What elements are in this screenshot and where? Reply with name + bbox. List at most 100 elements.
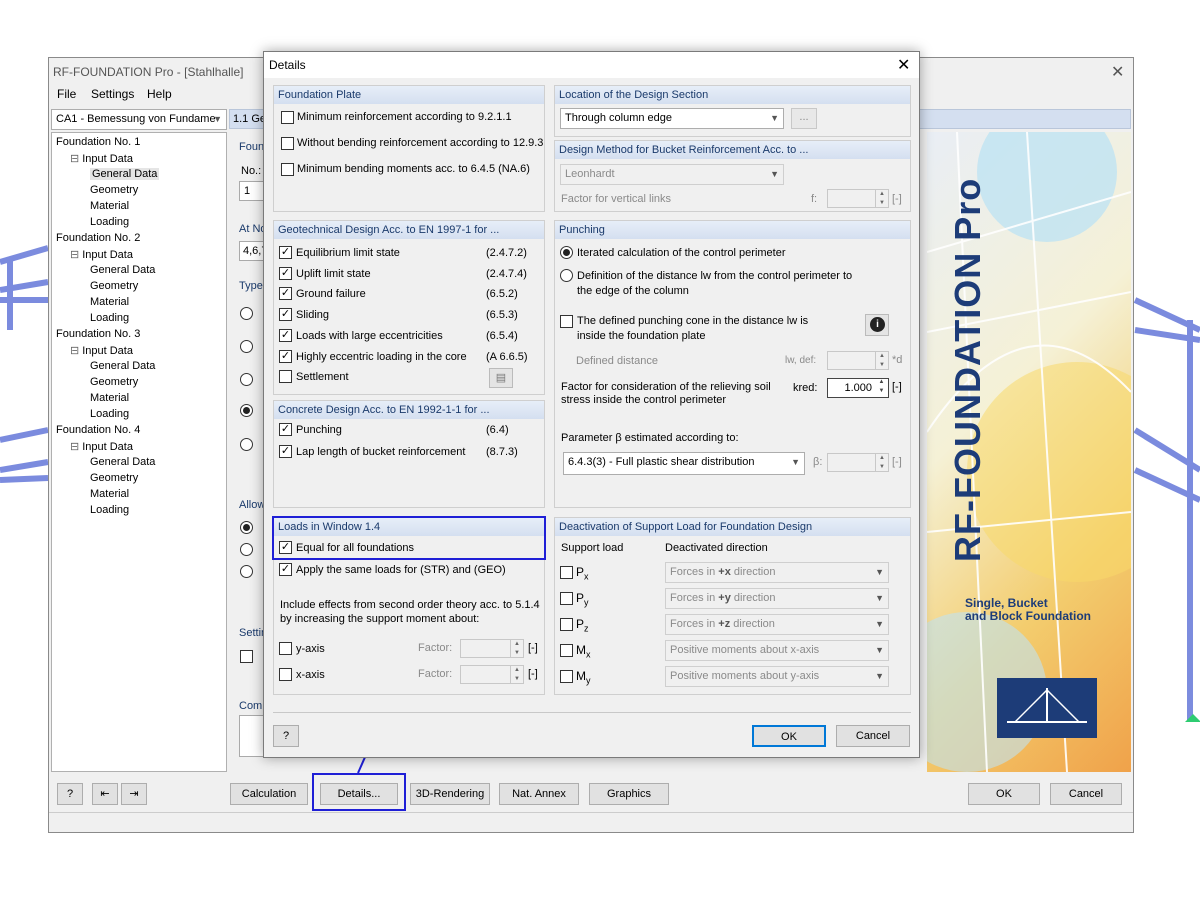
without-bending-checkbox[interactable] [281, 137, 294, 150]
tree-foundation[interactable]: Foundation No. 1 [56, 136, 140, 148]
support-load-checkbox[interactable] [560, 644, 573, 657]
info-icon[interactable]: i [865, 314, 889, 336]
collapse-icon[interactable]: ⊟ [70, 153, 79, 165]
direction-select[interactable]: Forces in +y direction ▼ [665, 588, 889, 609]
main-cancel-button[interactable]: Cancel [1050, 783, 1122, 805]
x-axis-checkbox[interactable] [279, 668, 292, 681]
dialog-close-icon[interactable]: ✕ [897, 55, 910, 75]
dialog-cancel-button[interactable]: Cancel [836, 725, 910, 747]
geo-option-checkbox[interactable]: ✓ [279, 246, 292, 259]
beta-input[interactable]: ▲ ▼ [827, 453, 889, 472]
y-factor-input[interactable]: ▲ ▼ [460, 639, 524, 658]
type-radio-1[interactable] [240, 307, 253, 320]
type-radio-2[interactable] [240, 340, 253, 353]
tree-leaf[interactable]: Material [90, 200, 129, 212]
beta-select[interactable]: 6.4.3(3) - Full plastic shear distributi… [563, 452, 805, 475]
geo-option-checkbox[interactable]: ✓ [279, 349, 292, 363]
punching-checkbox[interactable]: ✓ [279, 423, 292, 436]
cone-checkbox[interactable] [560, 315, 573, 328]
definition-radio[interactable] [560, 269, 573, 282]
type-radio-5[interactable] [240, 438, 253, 451]
geo-option-checkbox[interactable]: ✓ [279, 287, 292, 301]
tree-leaf[interactable]: Geometry [90, 376, 138, 388]
import-icon-button[interactable]: ⇤ [92, 783, 118, 805]
calculation-button[interactable]: Calculation [230, 783, 308, 805]
vertical-links-input[interactable]: ▲ ▼ [827, 189, 889, 208]
help-icon-button[interactable]: ? [57, 783, 83, 805]
iterated-radio[interactable] [560, 246, 573, 259]
tree-input-data[interactable]: ⊟ Input Data [70, 440, 133, 453]
tree-input-data[interactable]: ⊟ Input Data [70, 344, 133, 357]
collapse-icon[interactable]: ⊟ [70, 345, 79, 357]
tree-leaf[interactable]: Material [90, 488, 129, 500]
rendering-button[interactable]: 3D-Rendering [410, 783, 490, 805]
panel-title: 1.1 Ge [233, 113, 267, 125]
tree-leaf[interactable]: General Data [90, 264, 155, 276]
type-radio-3[interactable] [240, 373, 253, 386]
main-close-icon[interactable]: ✕ [1111, 62, 1124, 82]
case-select[interactable]: CA1 - Bemessung von Fundame ▼ [51, 109, 227, 130]
tree-leaf[interactable]: Geometry [90, 280, 138, 292]
tree-foundation[interactable]: Foundation No. 2 [56, 232, 140, 244]
graphics-button[interactable]: Graphics [589, 783, 669, 805]
tree-leaf[interactable]: Loading [90, 216, 129, 228]
tree-leaf[interactable]: Geometry [90, 184, 138, 196]
direction-select[interactable]: Positive moments about y-axis ▼ [665, 666, 889, 687]
menu-settings[interactable]: Settings [91, 87, 134, 101]
geo-option-checkbox[interactable]: ✓ [279, 308, 292, 322]
collapse-icon[interactable]: ⊟ [70, 441, 79, 453]
tree-leaf[interactable]: Loading [90, 504, 129, 516]
dialog-ok-button[interactable]: OK [752, 725, 826, 747]
geo-option-checkbox[interactable]: ✓ [279, 328, 292, 342]
menu-file[interactable]: File [57, 87, 76, 101]
punching-header: Punching [555, 221, 910, 239]
settin-checkbox[interactable] [240, 650, 253, 663]
defined-distance-input[interactable]: ▲ ▼ [827, 351, 889, 370]
support-load-checkbox[interactable] [560, 592, 573, 605]
geo-option-checkbox[interactable]: ✓ [279, 266, 292, 280]
direction-select[interactable]: Forces in +z direction ▼ [665, 614, 889, 635]
support-load-checkbox[interactable] [560, 566, 573, 579]
nat-annex-button[interactable]: Nat. Annex [499, 783, 579, 805]
direction-select[interactable]: Forces in +x direction ▼ [665, 562, 889, 583]
tree-leaf[interactable]: Loading [90, 408, 129, 420]
x-factor-input[interactable]: ▲ ▼ [460, 665, 524, 684]
collapse-icon[interactable]: ⊟ [70, 249, 79, 261]
tree-input-data[interactable]: ⊟ Input Data [70, 248, 133, 261]
tree-leaf[interactable]: Geometry [90, 472, 138, 484]
settlement-settings-icon[interactable]: ▤ [489, 368, 513, 388]
allow-radio-2[interactable] [240, 543, 253, 556]
location-select[interactable]: Through column edge ▼ [560, 108, 784, 129]
tree-item-label: General Data [90, 264, 156, 276]
tree-leaf[interactable]: General Data [90, 168, 160, 180]
min-bending-moments-checkbox[interactable] [281, 163, 294, 176]
kred-input[interactable]: 1.000 ▲ ▼ [827, 378, 889, 398]
tree-leaf[interactable]: Loading [90, 312, 129, 324]
tree-leaf[interactable]: General Data [90, 456, 155, 468]
support-load-checkbox[interactable] [560, 670, 573, 683]
export-icon-button[interactable]: ⇥ [121, 783, 147, 805]
dialog-help-button[interactable]: ? [273, 725, 299, 747]
chevron-down-icon: ▼ [770, 169, 779, 179]
geo-option-checkbox[interactable] [279, 370, 292, 384]
lap-length-checkbox[interactable]: ✓ [279, 445, 292, 458]
tree-foundation[interactable]: Foundation No. 4 [56, 424, 140, 436]
same-loads-checkbox[interactable]: ✓ [279, 563, 292, 576]
x-factor-label: Factor: [418, 668, 453, 680]
main-ok-button[interactable]: OK [968, 783, 1040, 805]
direction-select[interactable]: Positive moments about x-axis ▼ [665, 640, 889, 661]
menu-help[interactable]: Help [147, 87, 172, 101]
type-radio-4[interactable] [240, 404, 253, 417]
tree-leaf[interactable]: Material [90, 296, 129, 308]
allow-radio-3[interactable] [240, 565, 253, 578]
tree-leaf[interactable]: Material [90, 392, 129, 404]
tree-input-data[interactable]: ⊟ Input Data [70, 152, 133, 165]
location-more-button[interactable]: ... [791, 108, 817, 129]
allow-radio-1[interactable] [240, 521, 253, 534]
y-axis-checkbox[interactable] [279, 642, 292, 655]
support-load-checkbox[interactable] [560, 618, 573, 631]
tree-foundation[interactable]: Foundation No. 3 [56, 328, 140, 340]
min-reinforcement-checkbox[interactable] [281, 111, 294, 124]
bucket-method-select[interactable]: Leonhardt ▼ [560, 164, 784, 185]
tree-leaf[interactable]: General Data [90, 360, 155, 372]
